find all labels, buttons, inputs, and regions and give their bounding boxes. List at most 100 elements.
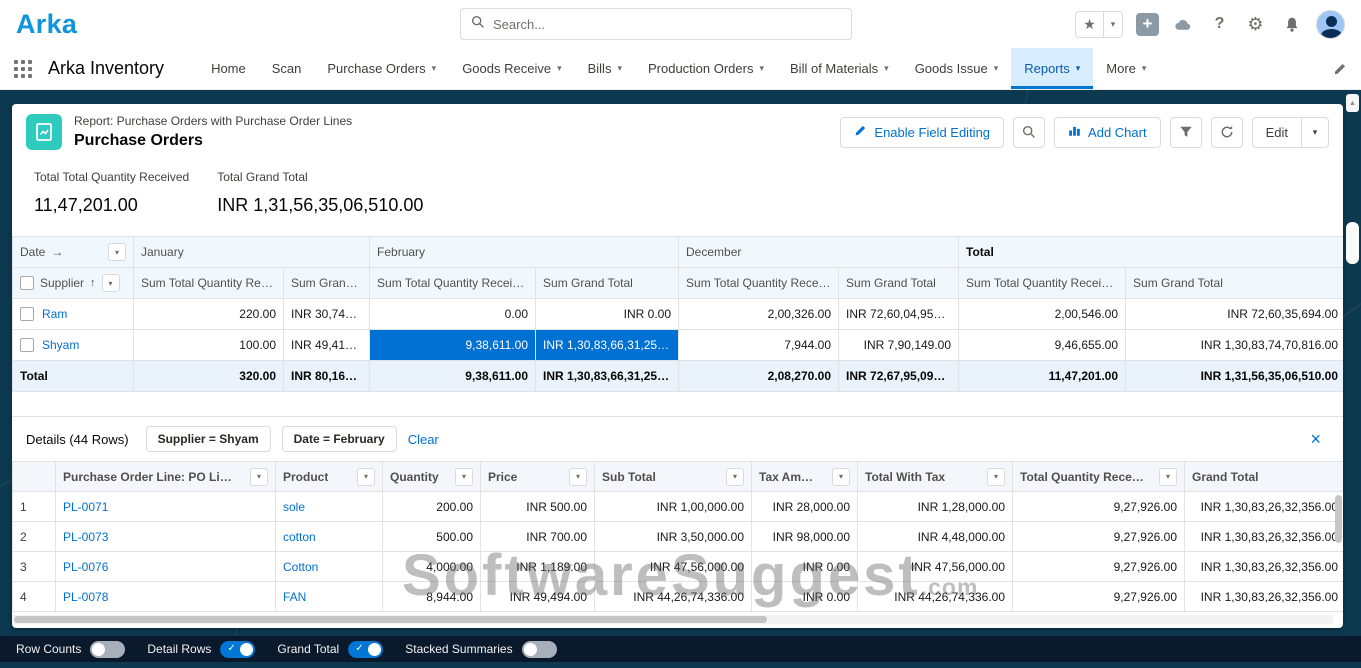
cloud-upload-icon[interactable] bbox=[1172, 13, 1195, 36]
pivot-total-cell[interactable]: INR 80,160.00 bbox=[284, 361, 370, 392]
chevron-down-icon[interactable]: ▾ bbox=[1076, 63, 1081, 74]
po-line-link[interactable]: PL-0071 bbox=[63, 500, 108, 514]
column-dropdown-icon[interactable]: ▾ bbox=[1159, 468, 1177, 486]
pivot-total-cell[interactable]: INR 1,31,56,35,06,510.00 bbox=[1126, 361, 1343, 392]
pivot-cell[interactable]: INR 49,416.00 bbox=[284, 330, 370, 361]
pivot-cell[interactable]: 2,00,546.00 bbox=[959, 299, 1126, 330]
pivot-cell[interactable]: INR 30,744.00 bbox=[284, 299, 370, 330]
grand-total-toggle[interactable] bbox=[348, 641, 383, 658]
po-line-link[interactable]: PL-0073 bbox=[63, 530, 108, 544]
filter-chip-date[interactable]: Date = February bbox=[282, 426, 397, 452]
row-counts-toggle[interactable] bbox=[90, 641, 125, 658]
clear-filters-link[interactable]: Clear bbox=[408, 432, 439, 447]
add-chart-button[interactable]: Add Chart bbox=[1054, 117, 1161, 148]
column-header-total-with-tax[interactable]: Total With Tax▾ bbox=[858, 462, 1013, 492]
edit-dropdown-icon[interactable]: ▾ bbox=[1302, 117, 1329, 148]
search-report-button[interactable] bbox=[1013, 117, 1045, 148]
favorite-star-icon[interactable]: ★ bbox=[1076, 12, 1103, 37]
column-header-sub-total[interactable]: Sub Total▾ bbox=[595, 462, 752, 492]
pivot-total-cell[interactable]: 9,38,611.00 bbox=[370, 361, 536, 392]
scroll-up-arrow-icon[interactable]: ▲ bbox=[1346, 94, 1359, 112]
tab-scan[interactable]: Scan bbox=[259, 48, 315, 89]
edit-button[interactable]: Edit bbox=[1252, 117, 1302, 148]
column-header-po-line[interactable]: Purchase Order Line: PO Line No.▾ bbox=[56, 462, 276, 492]
product-link[interactable]: sole bbox=[283, 500, 305, 514]
column-header-grand-total[interactable]: Grand Total bbox=[1185, 462, 1344, 492]
pivot-total-cell[interactable]: 11,47,201.00 bbox=[959, 361, 1126, 392]
scrollbar-thumb[interactable] bbox=[14, 616, 767, 623]
pivot-cell[interactable]: INR 72,60,04,950.00 bbox=[839, 299, 959, 330]
column-dropdown-icon[interactable]: ▾ bbox=[569, 468, 587, 486]
column-header-tax-amount[interactable]: Tax Amount▾ bbox=[752, 462, 858, 492]
supplier-header-dropdown-icon[interactable]: ▾ bbox=[102, 274, 120, 292]
pivot-cell[interactable]: INR 7,90,149.00 bbox=[839, 330, 959, 361]
pivot-total-cell[interactable]: INR 1,30,83,66,31,251.00 bbox=[536, 361, 679, 392]
app-launcher-icon[interactable] bbox=[14, 60, 32, 78]
notifications-bell-icon[interactable] bbox=[1280, 13, 1303, 36]
help-icon[interactable]: ? bbox=[1208, 13, 1231, 36]
search-box[interactable] bbox=[460, 8, 852, 40]
pivot-cell[interactable]: INR 0.00 bbox=[536, 299, 679, 330]
supplier-link[interactable]: Ram bbox=[42, 307, 67, 321]
pivot-cell[interactable]: INR 72,60,35,694.00 bbox=[1126, 299, 1343, 330]
chevron-down-icon[interactable]: ▾ bbox=[884, 63, 889, 74]
column-dropdown-icon[interactable]: ▾ bbox=[357, 468, 375, 486]
column-header-product[interactable]: Product▾ bbox=[276, 462, 383, 492]
chevron-down-icon[interactable]: ▾ bbox=[432, 63, 437, 74]
pivot-total-cell[interactable]: 2,08,270.00 bbox=[679, 361, 839, 392]
pivot-total-cell[interactable]: 320.00 bbox=[134, 361, 284, 392]
column-dropdown-icon[interactable]: ▾ bbox=[250, 468, 268, 486]
page-vertical-scrollbar[interactable] bbox=[1346, 222, 1359, 264]
po-line-link[interactable]: PL-0076 bbox=[63, 560, 108, 574]
tab-more[interactable]: More▾ bbox=[1093, 48, 1159, 89]
date-header-dropdown-icon[interactable]: ▾ bbox=[108, 243, 126, 261]
tab-bills[interactable]: Bills▾ bbox=[575, 48, 635, 89]
detail-rows-toggle[interactable] bbox=[220, 641, 255, 658]
select-all-checkbox[interactable] bbox=[20, 276, 34, 290]
tab-home[interactable]: Home bbox=[198, 48, 259, 89]
refresh-button[interactable] bbox=[1211, 117, 1243, 148]
product-link[interactable]: FAN bbox=[283, 590, 306, 604]
chevron-down-icon[interactable]: ▾ bbox=[557, 63, 562, 74]
column-header-total-quantity-received[interactable]: Total Quantity Received▾ bbox=[1013, 462, 1185, 492]
product-link[interactable]: Cotton bbox=[283, 560, 318, 574]
quick-create-icon[interactable]: + bbox=[1136, 13, 1159, 36]
chevron-down-icon[interactable]: ▾ bbox=[617, 63, 622, 74]
pivot-cell[interactable]: 0.00 bbox=[370, 299, 536, 330]
product-link[interactable]: cotton bbox=[283, 530, 316, 544]
pivot-cell[interactable]: 7,944.00 bbox=[679, 330, 839, 361]
search-input[interactable] bbox=[493, 17, 841, 32]
close-details-icon[interactable]: × bbox=[1310, 430, 1327, 448]
tab-purchase-orders[interactable]: Purchase Orders▾ bbox=[314, 48, 449, 89]
po-line-link[interactable]: PL-0078 bbox=[63, 590, 108, 604]
chevron-down-icon[interactable]: ▾ bbox=[994, 63, 999, 74]
chevron-down-icon[interactable]: ▾ bbox=[759, 63, 764, 74]
filter-chip-supplier[interactable]: Supplier = Shyam bbox=[146, 426, 271, 452]
row-checkbox[interactable] bbox=[20, 338, 34, 352]
tab-production-orders[interactable]: Production Orders▾ bbox=[635, 48, 777, 89]
pivot-cell[interactable]: 220.00 bbox=[134, 299, 284, 330]
column-dropdown-icon[interactable]: ▾ bbox=[726, 468, 744, 486]
details-vertical-scrollbar[interactable] bbox=[1335, 495, 1342, 543]
pivot-cell[interactable]: 2,00,326.00 bbox=[679, 299, 839, 330]
pivot-total-cell[interactable]: INR 72,67,95,099.00 bbox=[839, 361, 959, 392]
tab-goods-issue[interactable]: Goods Issue▾ bbox=[902, 48, 1012, 89]
column-dropdown-icon[interactable]: ▾ bbox=[987, 468, 1005, 486]
setup-gear-icon[interactable]: ⚙ bbox=[1244, 13, 1267, 36]
tab-reports[interactable]: Reports▾ bbox=[1011, 48, 1093, 89]
filter-button[interactable] bbox=[1170, 117, 1202, 148]
stacked-summaries-toggle[interactable] bbox=[522, 641, 557, 658]
pivot-cell[interactable]: INR 1,30,83,74,70,816.00 bbox=[1126, 330, 1343, 361]
column-header-quantity[interactable]: Quantity▾ bbox=[383, 462, 481, 492]
chevron-down-icon[interactable]: ▾ bbox=[1142, 63, 1147, 74]
column-dropdown-icon[interactable]: ▾ bbox=[455, 468, 473, 486]
tab-bill-of-materials[interactable]: Bill of Materials▾ bbox=[777, 48, 902, 89]
pivot-cell-selected[interactable]: INR 1,30,83,66,31,251.00 bbox=[536, 330, 679, 361]
pivot-cell-selected[interactable]: 9,38,611.00 bbox=[370, 330, 536, 361]
details-horizontal-scrollbar[interactable] bbox=[12, 615, 1333, 624]
supplier-link[interactable]: Shyam bbox=[42, 338, 79, 352]
tab-goods-receive[interactable]: Goods Receive▾ bbox=[449, 48, 574, 89]
column-header-price[interactable]: Price▾ bbox=[481, 462, 595, 492]
column-dropdown-icon[interactable]: ▾ bbox=[832, 468, 850, 486]
supplier-column-header[interactable]: Supplier ↑ ▾ bbox=[13, 268, 134, 299]
